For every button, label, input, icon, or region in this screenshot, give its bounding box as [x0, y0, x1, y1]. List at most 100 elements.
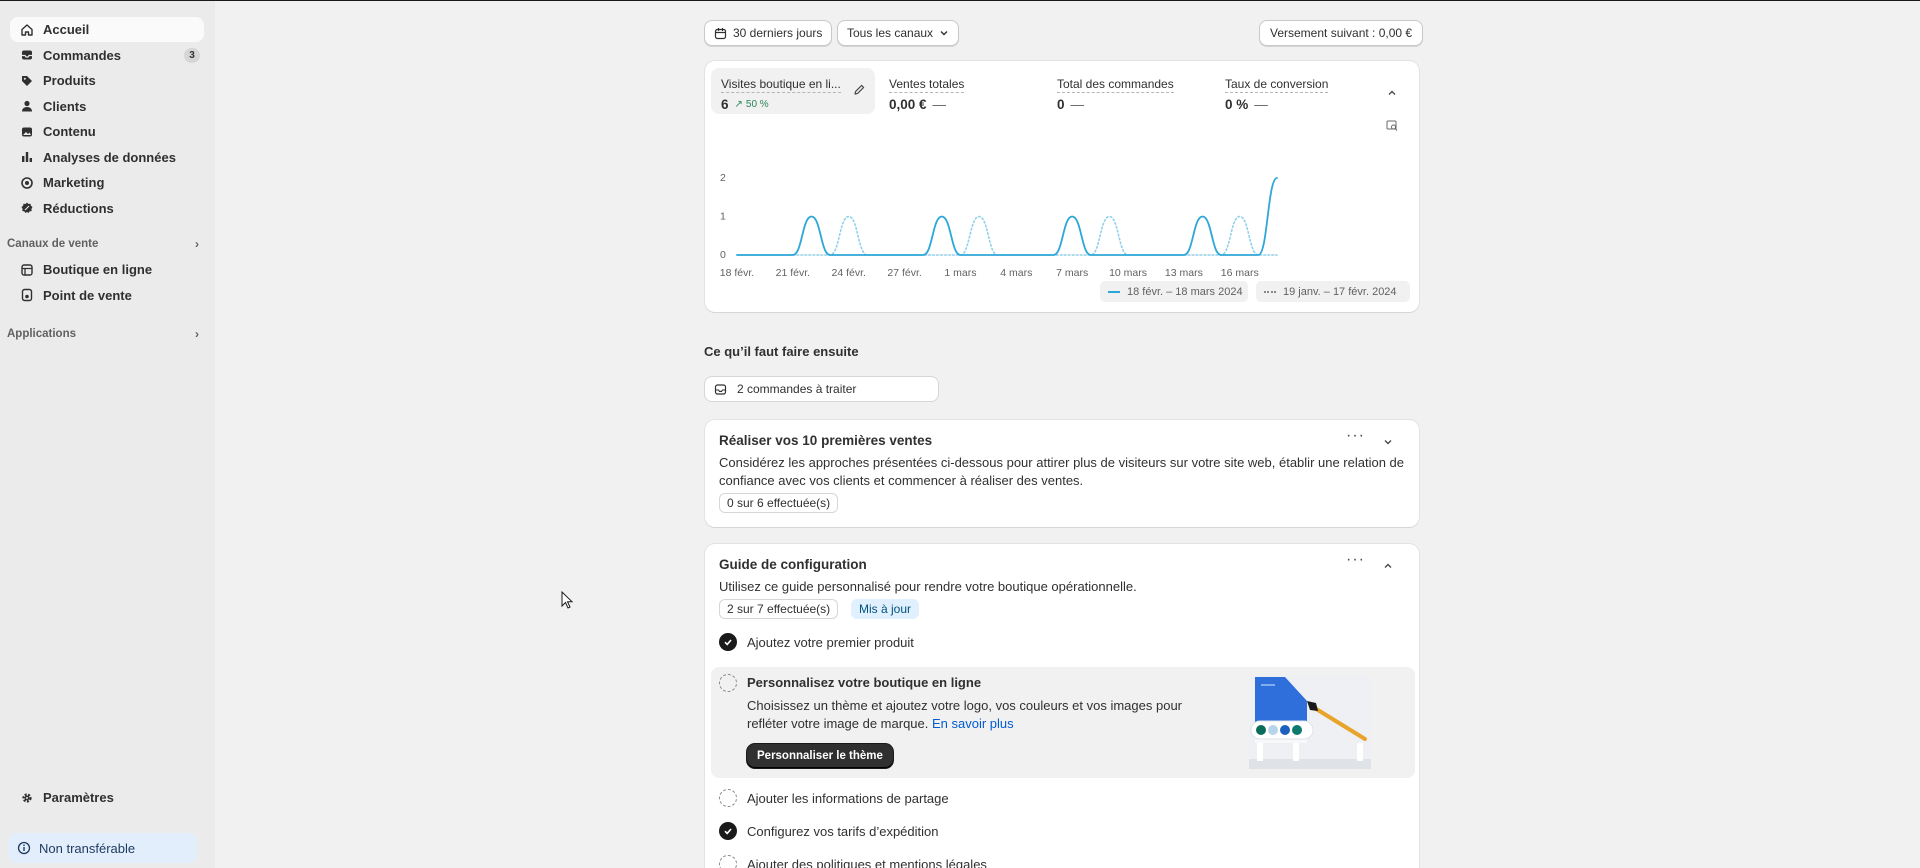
- task-label: Ajouter des politiques et mentions légal…: [747, 856, 987, 868]
- series-line-current: [736, 177, 1278, 256]
- home-icon: [20, 23, 34, 37]
- y-tick-label: 0: [720, 249, 726, 261]
- person-icon: [20, 99, 34, 113]
- metric-label: Total des commandes: [1057, 77, 1174, 93]
- sidebar-item-parametres[interactable]: Paramètres: [10, 785, 204, 810]
- sidebar-item-clients[interactable]: Clients: [10, 94, 204, 119]
- task-shipping-rates[interactable]: Configurez vos tarifs d’expédition: [705, 815, 1421, 847]
- metric-value: 6: [721, 97, 729, 112]
- x-tick-label: 1 mars: [944, 267, 976, 279]
- sidebar-item-label: Réductions: [43, 200, 114, 216]
- x-tick-label: 13 mars: [1165, 267, 1203, 279]
- info-icon: [17, 841, 31, 855]
- y-tick-label: 2: [720, 172, 726, 184]
- first-sales-progress-tag: 0 sur 6 effectuée(s): [719, 493, 839, 513]
- image-icon: [20, 125, 34, 139]
- bar-chart-icon: [20, 150, 34, 164]
- task-add-product[interactable]: Ajoutez votre premier produit: [705, 626, 1421, 658]
- task-description-line: refléter votre image de marque.: [747, 716, 929, 731]
- sidebar-item-produits[interactable]: Produits: [10, 68, 204, 93]
- main-content: 30 derniers jours Tous les canaux Versem…: [215, 1, 1920, 868]
- next-payout-button[interactable]: Versement suivant : 0,00 €: [1259, 20, 1424, 46]
- channels-dropdown[interactable]: Tous les canaux: [837, 20, 960, 46]
- sidebar-item-label: Accueil: [43, 22, 90, 37]
- chevron-right-icon: ›: [195, 327, 199, 341]
- sales-channels-title: Canaux de vente: [7, 238, 99, 250]
- legend-label: 19 janv. – 17 févr. 2024: [1283, 285, 1397, 298]
- metric-dash: —: [1254, 97, 1268, 112]
- task-sharing-info[interactable]: Ajouter les informations de partage: [705, 782, 1421, 814]
- sidebar-item-label: Produits: [43, 73, 96, 88]
- analytics-card: Visites boutique en li... 6 ↗ 50 % Vente…: [705, 61, 1419, 312]
- task-label[interactable]: Personnalisez votre boutique en ligne: [747, 675, 981, 690]
- orders-to-process-label: 2 commandes à traiter: [737, 382, 857, 396]
- setup-guide-card: Guide de configuration ··· Utilisez ce g…: [705, 544, 1419, 868]
- setup-guide-description: Utilisez ce guide personnalisé pour rend…: [719, 579, 1137, 594]
- chevron-down-icon: [939, 28, 949, 38]
- metric-value: 0 %: [1225, 97, 1249, 112]
- sidebar-item-commandes[interactable]: Commandes 3: [10, 43, 204, 68]
- non-transferable-banner[interactable]: Non transférable: [8, 833, 197, 863]
- metric-value: 0,00 €: [889, 97, 927, 112]
- collapse-chevron-up-icon[interactable]: [1385, 86, 1399, 100]
- chevron-right-icon: ›: [195, 237, 199, 251]
- sales-channels-list: Boutique en ligne Point de vente: [10, 257, 204, 308]
- edit-pencil-icon[interactable]: [853, 83, 866, 99]
- x-tick-label: 27 févr.: [887, 267, 921, 279]
- sidebar-item-marketing[interactable]: Marketing: [10, 170, 204, 195]
- metric-conversion[interactable]: Taux de conversion 0 % —: [1215, 68, 1379, 114]
- task-description-line: Choisissez un thème et ajoutez votre log…: [747, 698, 1183, 713]
- store-icon: [20, 263, 34, 277]
- main-nav: Accueil Commandes 3 Produits Clients Con…: [10, 17, 204, 221]
- calendar-icon: [714, 27, 727, 40]
- task-label: Ajoutez votre premier produit: [747, 634, 914, 650]
- x-tick-label: 4 mars: [1000, 267, 1032, 279]
- metric-total-sales[interactable]: Ventes totales 0,00 € —: [879, 68, 1043, 114]
- metric-total-orders[interactable]: Total des commandes 0 —: [1047, 68, 1211, 114]
- sidebar-item-boutique-en-ligne[interactable]: Boutique en ligne: [10, 257, 204, 282]
- task-description: Choisissez un thème et ajoutez votre log…: [747, 697, 1182, 733]
- chevron-up-icon[interactable]: [1381, 559, 1395, 573]
- first-sales-card: Réaliser vos 10 premières ventes ··· Con…: [705, 420, 1419, 527]
- date-range-button[interactable]: 30 derniers jours: [704, 20, 833, 46]
- dashed-circle-icon[interactable]: [719, 674, 737, 692]
- date-range-label: 30 derniers jours: [733, 26, 823, 40]
- orders-to-process-button[interactable]: 2 commandes à traiter: [704, 376, 939, 402]
- legend-previous-period[interactable]: 19 janv. – 17 févr. 2024: [1256, 281, 1410, 302]
- sidebar-item-label: Marketing: [43, 175, 105, 190]
- next-payout-label: Versement suivant : 0,00 €: [1270, 26, 1413, 40]
- sidebar-item-contenu[interactable]: Contenu: [10, 119, 204, 144]
- legend-current-period[interactable]: 18 févr. – 18 mars 2024: [1100, 281, 1248, 302]
- orders-count-badge: 3: [184, 47, 200, 63]
- sidebar-item-label: Clients: [43, 98, 87, 114]
- task-policies[interactable]: Ajouter des politiques et mentions légal…: [705, 848, 1421, 868]
- applications-section[interactable]: Applications ›: [7, 325, 199, 343]
- x-tick-label: 16 mars: [1221, 267, 1259, 279]
- setup-progress-tag: 2 sur 7 effectuée(s): [719, 599, 839, 619]
- sidebar-item-point-de-vente[interactable]: Point de vente: [10, 283, 204, 308]
- sidebar-item-reductions[interactable]: Réductions: [10, 196, 204, 221]
- metric-visits[interactable]: Visites boutique en li... 6 ↗ 50 %: [711, 68, 875, 114]
- sidebar-item-accueil[interactable]: Accueil: [10, 17, 204, 42]
- dashed-circle-icon: [719, 789, 737, 807]
- first-sales-text-line: confiance avec vos clients et commencer …: [719, 473, 1084, 488]
- legend-label: 18 févr. – 18 mars 2024: [1127, 285, 1243, 298]
- sales-channels-section[interactable]: Canaux de vente ›: [7, 235, 199, 253]
- learn-more-link[interactable]: En savoir plus: [932, 716, 1014, 731]
- task-label: Ajouter les informations de partage: [747, 790, 949, 806]
- chevron-down-icon[interactable]: [1381, 435, 1395, 449]
- sidebar-item-analyses[interactable]: Analyses de données: [10, 145, 204, 170]
- more-options-icon[interactable]: ···: [1346, 427, 1365, 445]
- more-options-icon[interactable]: ···: [1346, 551, 1365, 569]
- non-transferable-label: Non transférable: [39, 840, 136, 856]
- next-steps-title: Ce qu’il faut faire ensuite: [704, 344, 859, 359]
- sidebar-item-label: Boutique en ligne: [43, 262, 153, 277]
- x-tick-label: 7 mars: [1056, 267, 1088, 279]
- x-tick-label: 24 févr.: [831, 267, 865, 279]
- series-line-previous: [736, 215, 1278, 256]
- task-customize-store-expanded: Personnalisez votre boutique en ligne Ch…: [711, 667, 1415, 778]
- first-sales-description: Considérez les approches présentées ci-d…: [719, 454, 1404, 490]
- customize-theme-button[interactable]: Personnaliser le thème: [747, 744, 893, 768]
- legend-dotted-swatch: [1264, 290, 1276, 293]
- sidebar-item-label: Point de vente: [43, 287, 132, 303]
